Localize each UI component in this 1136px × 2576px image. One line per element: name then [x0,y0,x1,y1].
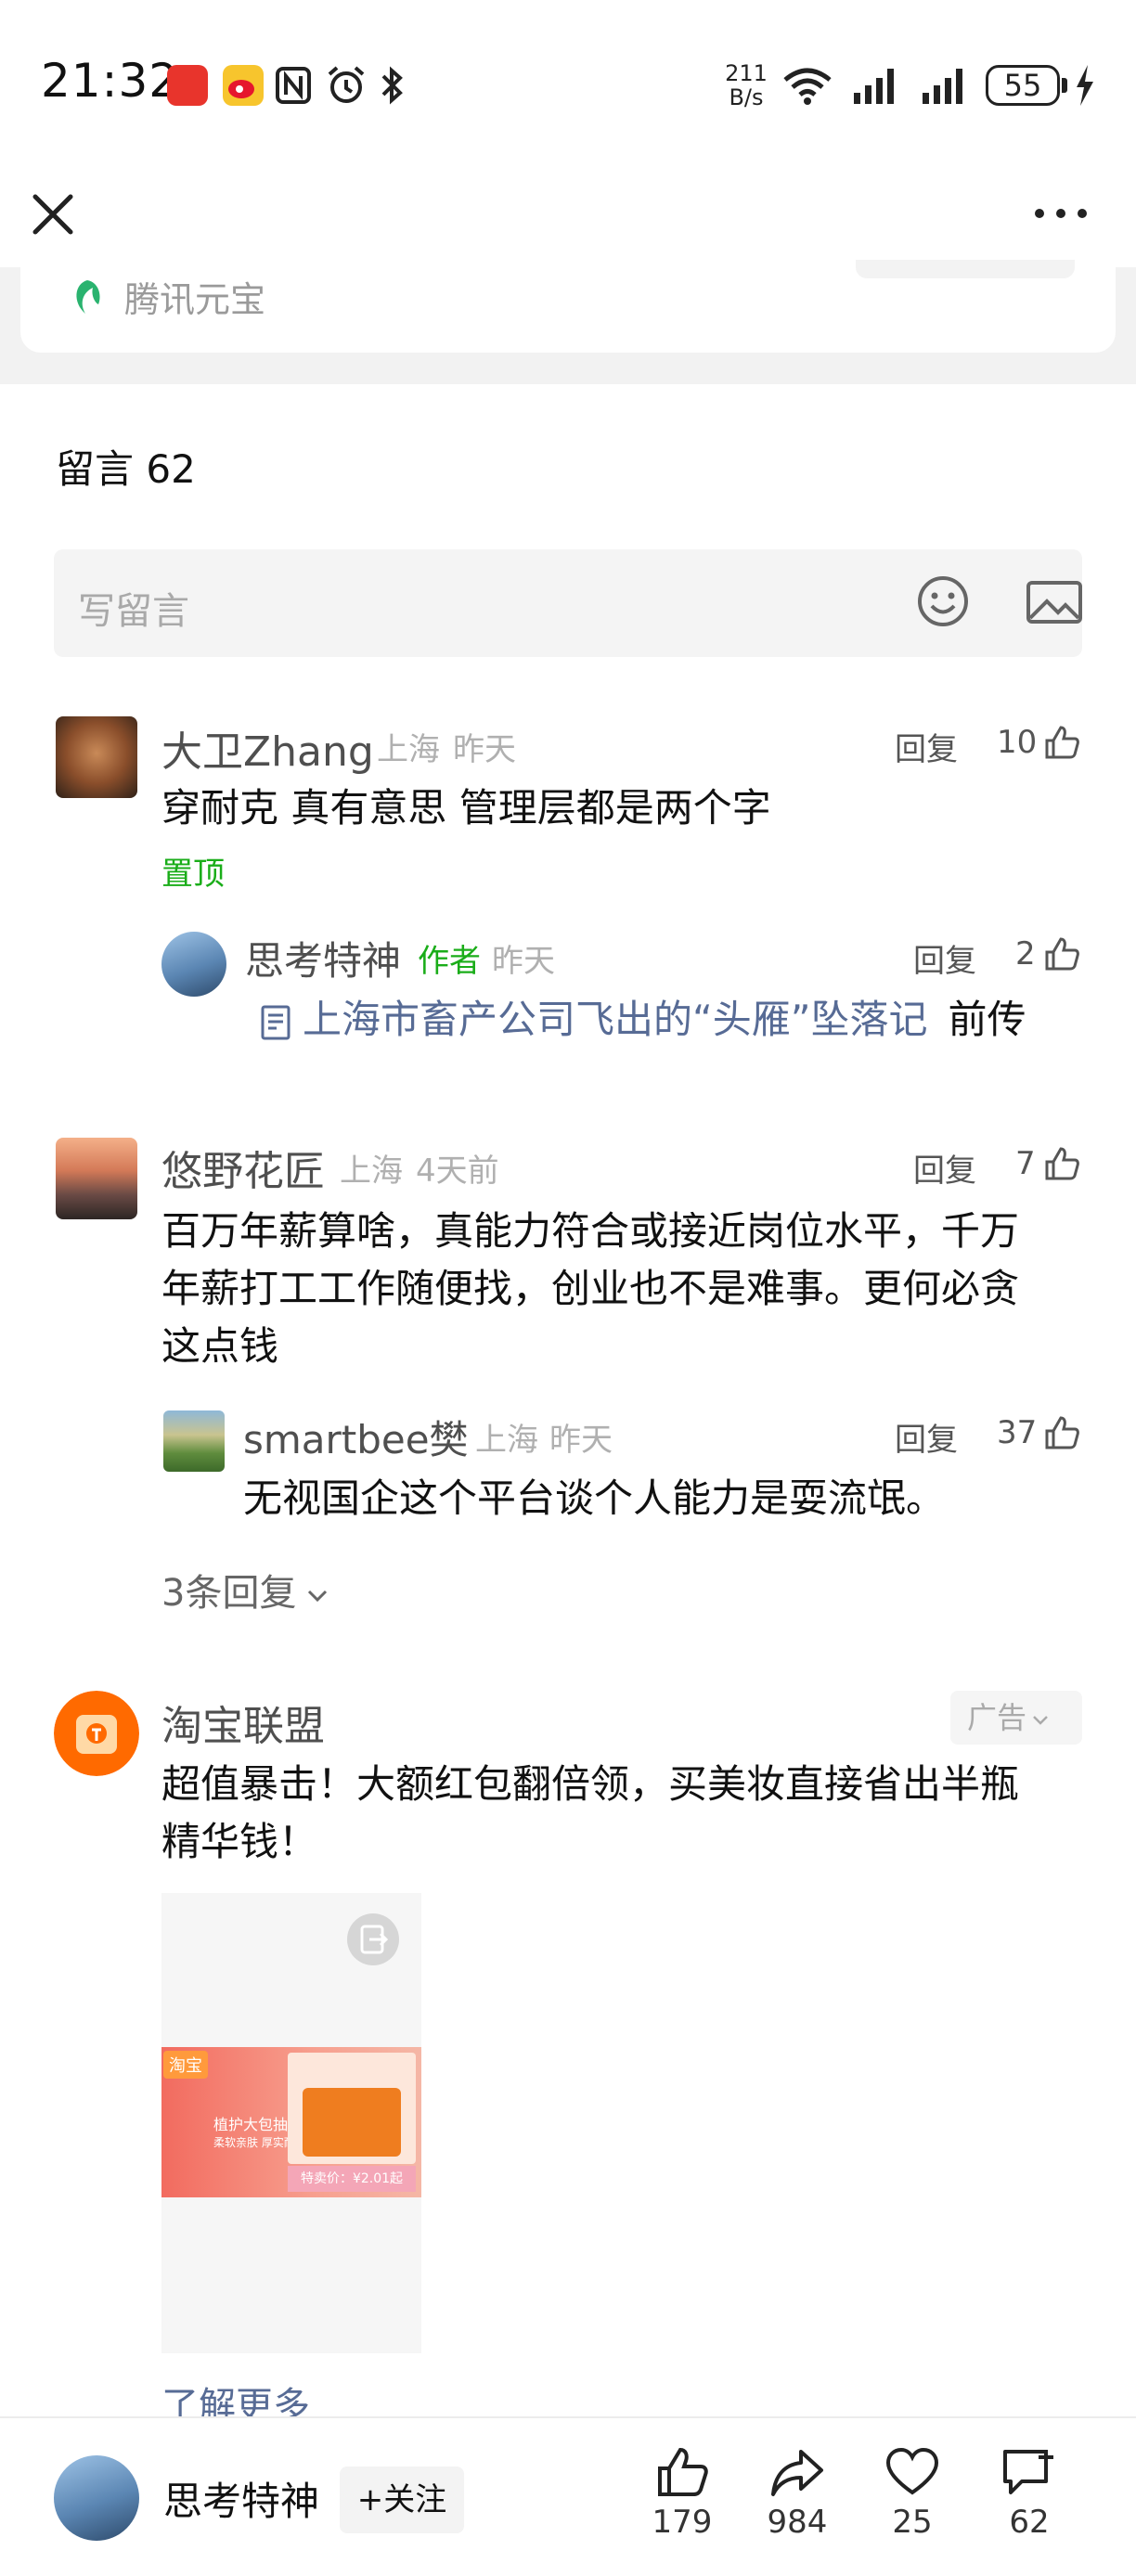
ad-badge[interactable]: 广告 [950,1691,1082,1745]
banner-price: 特卖价：¥2.01起 [288,2166,416,2192]
avatar[interactable] [163,1410,225,1472]
more-replies-label: 3条回复 [161,1572,297,1615]
comment-text-line: 百万年薪算啥，真能力符合或接近岗位水平，千万 [161,1208,1020,1254]
comment-button[interactable]: 62 [978,2446,1080,2567]
ad-banner[interactable]: 淘宝 植护大包抽纸 柔软亲肤 厚实耐用 特卖价：¥2.01起 [161,2047,421,2197]
source-card-button-remnant [856,260,1075,278]
more-dots-icon[interactable] [1030,193,1091,234]
signal-icon-2 [923,69,962,104]
reply-button[interactable]: 回复 [895,1414,958,1460]
ad-text-line: 精华钱！ [161,1819,318,1864]
advertiser-name[interactable]: 淘宝联盟 [161,1693,325,1752]
thumbs-up-icon [658,2447,708,2496]
share-count: 984 [767,2504,828,2541]
comment-time: 4天前 [416,1153,499,1190]
like-button[interactable]: 179 [631,2446,733,2567]
battery-icon: 55 [986,65,1060,106]
tissue-box-image [303,2088,401,2157]
commenter-name[interactable]: 思考特神 [245,930,401,986]
thumbs-up-icon[interactable] [1043,1414,1080,1451]
like-count: 10 [997,724,1038,761]
follow-button[interactable]: +关注 [340,2467,464,2533]
avatar[interactable] [56,716,137,798]
reply-button[interactable]: 回复 [895,724,958,769]
nfc-icon [276,67,311,104]
top-nav [0,167,1136,267]
comment-input[interactable]: 写留言 [54,549,1082,657]
comment-text-line: 这点钱 [161,1323,279,1369]
thumbs-up-icon[interactable] [1043,1145,1080,1182]
reply-button[interactable]: 回复 [913,935,976,981]
share-icon [771,2450,823,2496]
article-link[interactable]: 上海市畜产公司飞出的“头雁”坠落记 [303,997,928,1042]
wifi-icon [783,68,832,105]
comment-text: 无视国企这个平台谈个人能力是耍流氓。 [243,1475,946,1521]
document-icon [261,1005,290,1039]
ad-exit-icon[interactable] [347,1913,399,1965]
thumbs-up-icon[interactable] [1043,935,1080,972]
comment-text: 穿耐克 真有意思 管理层都是两个字 [161,785,771,831]
author-tag: 作者 [418,943,481,980]
status-bar: 21:32 211 B/s 55 [0,0,1136,167]
comment-time: 昨天 [492,943,555,980]
thumbs-up-icon[interactable] [1043,724,1080,761]
weibo-app-icon [223,65,264,106]
bottom-bar: 思考特神 +关注 179 984 25 62 [0,2416,1136,2576]
article-source-card[interactable]: 腾讯元宝 [20,260,1116,353]
emoji-icon[interactable] [915,573,971,629]
favorite-count: 25 [892,2504,933,2541]
more-replies-link[interactable]: 3条回复 [161,1563,331,1616]
like-count: 179 [652,2504,713,2541]
commenter-name[interactable]: smartbee樊 [243,1409,469,1465]
like-count: 2 [1015,935,1036,972]
ad-text-line: 超值暴击！大额红包翻倍领，买美妆直接省出半瓶 [161,1761,1020,1807]
chevron-down-icon [308,1590,328,1603]
comment-time: 昨天 [453,731,516,768]
commenter-name[interactable]: 大卫Zhang [161,718,374,778]
comment-icon [1003,2450,1053,2494]
favorite-button[interactable]: 25 [861,2446,963,2567]
alarm-icon [328,66,365,103]
charging-icon [1077,65,1093,106]
link-tail-text: 前传 [948,997,1026,1042]
like-count: 7 [1015,1145,1036,1182]
comments-title: 留言 62 [56,446,196,492]
comment-location: 上海 [377,731,440,768]
comment-location: 上海 [475,1422,538,1459]
battery-tip [1062,78,1067,93]
heart-icon [885,2447,939,2495]
comment-count: 62 [1009,2504,1050,2541]
comment-text-line: 年薪打工工作随便找，创业也不是难事。更何必贪 [161,1266,1020,1311]
author-name[interactable]: 思考特神 [163,2470,319,2527]
like-count: 37 [997,1414,1038,1451]
avatar[interactable] [54,2455,139,2541]
avatar[interactable] [161,932,226,997]
status-time: 21:32 [41,54,180,108]
chevron-down-icon [1033,1716,1048,1725]
taobao-alliance-logo-icon[interactable] [54,1691,139,1776]
bluetooth-icon [381,66,403,105]
close-icon[interactable] [28,178,80,249]
comment-location: 上海 [340,1153,403,1190]
article-link-row[interactable]: 上海市畜产公司飞出的“头雁”坠落记 前传 [260,991,1026,1049]
ad-badge-label: 广告 [967,1700,1027,1735]
network-speed: 211 B/s [725,60,768,110]
share-button[interactable]: 984 [746,2446,848,2567]
banner-brand: 淘宝 [163,2051,208,2079]
comment-time: 昨天 [549,1422,613,1459]
avatar[interactable] [56,1138,137,1219]
image-icon[interactable] [1025,577,1084,627]
huawei-app-icon [167,65,208,106]
commenter-name[interactable]: 悠野花匠 [161,1138,325,1197]
signal-icon-1 [854,69,894,104]
comment-input-placeholder: 写留言 [78,590,189,633]
article-source-label: 腾讯元宝 [124,279,266,320]
pinned-label: 置顶 [161,856,225,893]
reply-button[interactable]: 回复 [913,1145,976,1191]
yuanbao-logo-icon [76,280,100,314]
